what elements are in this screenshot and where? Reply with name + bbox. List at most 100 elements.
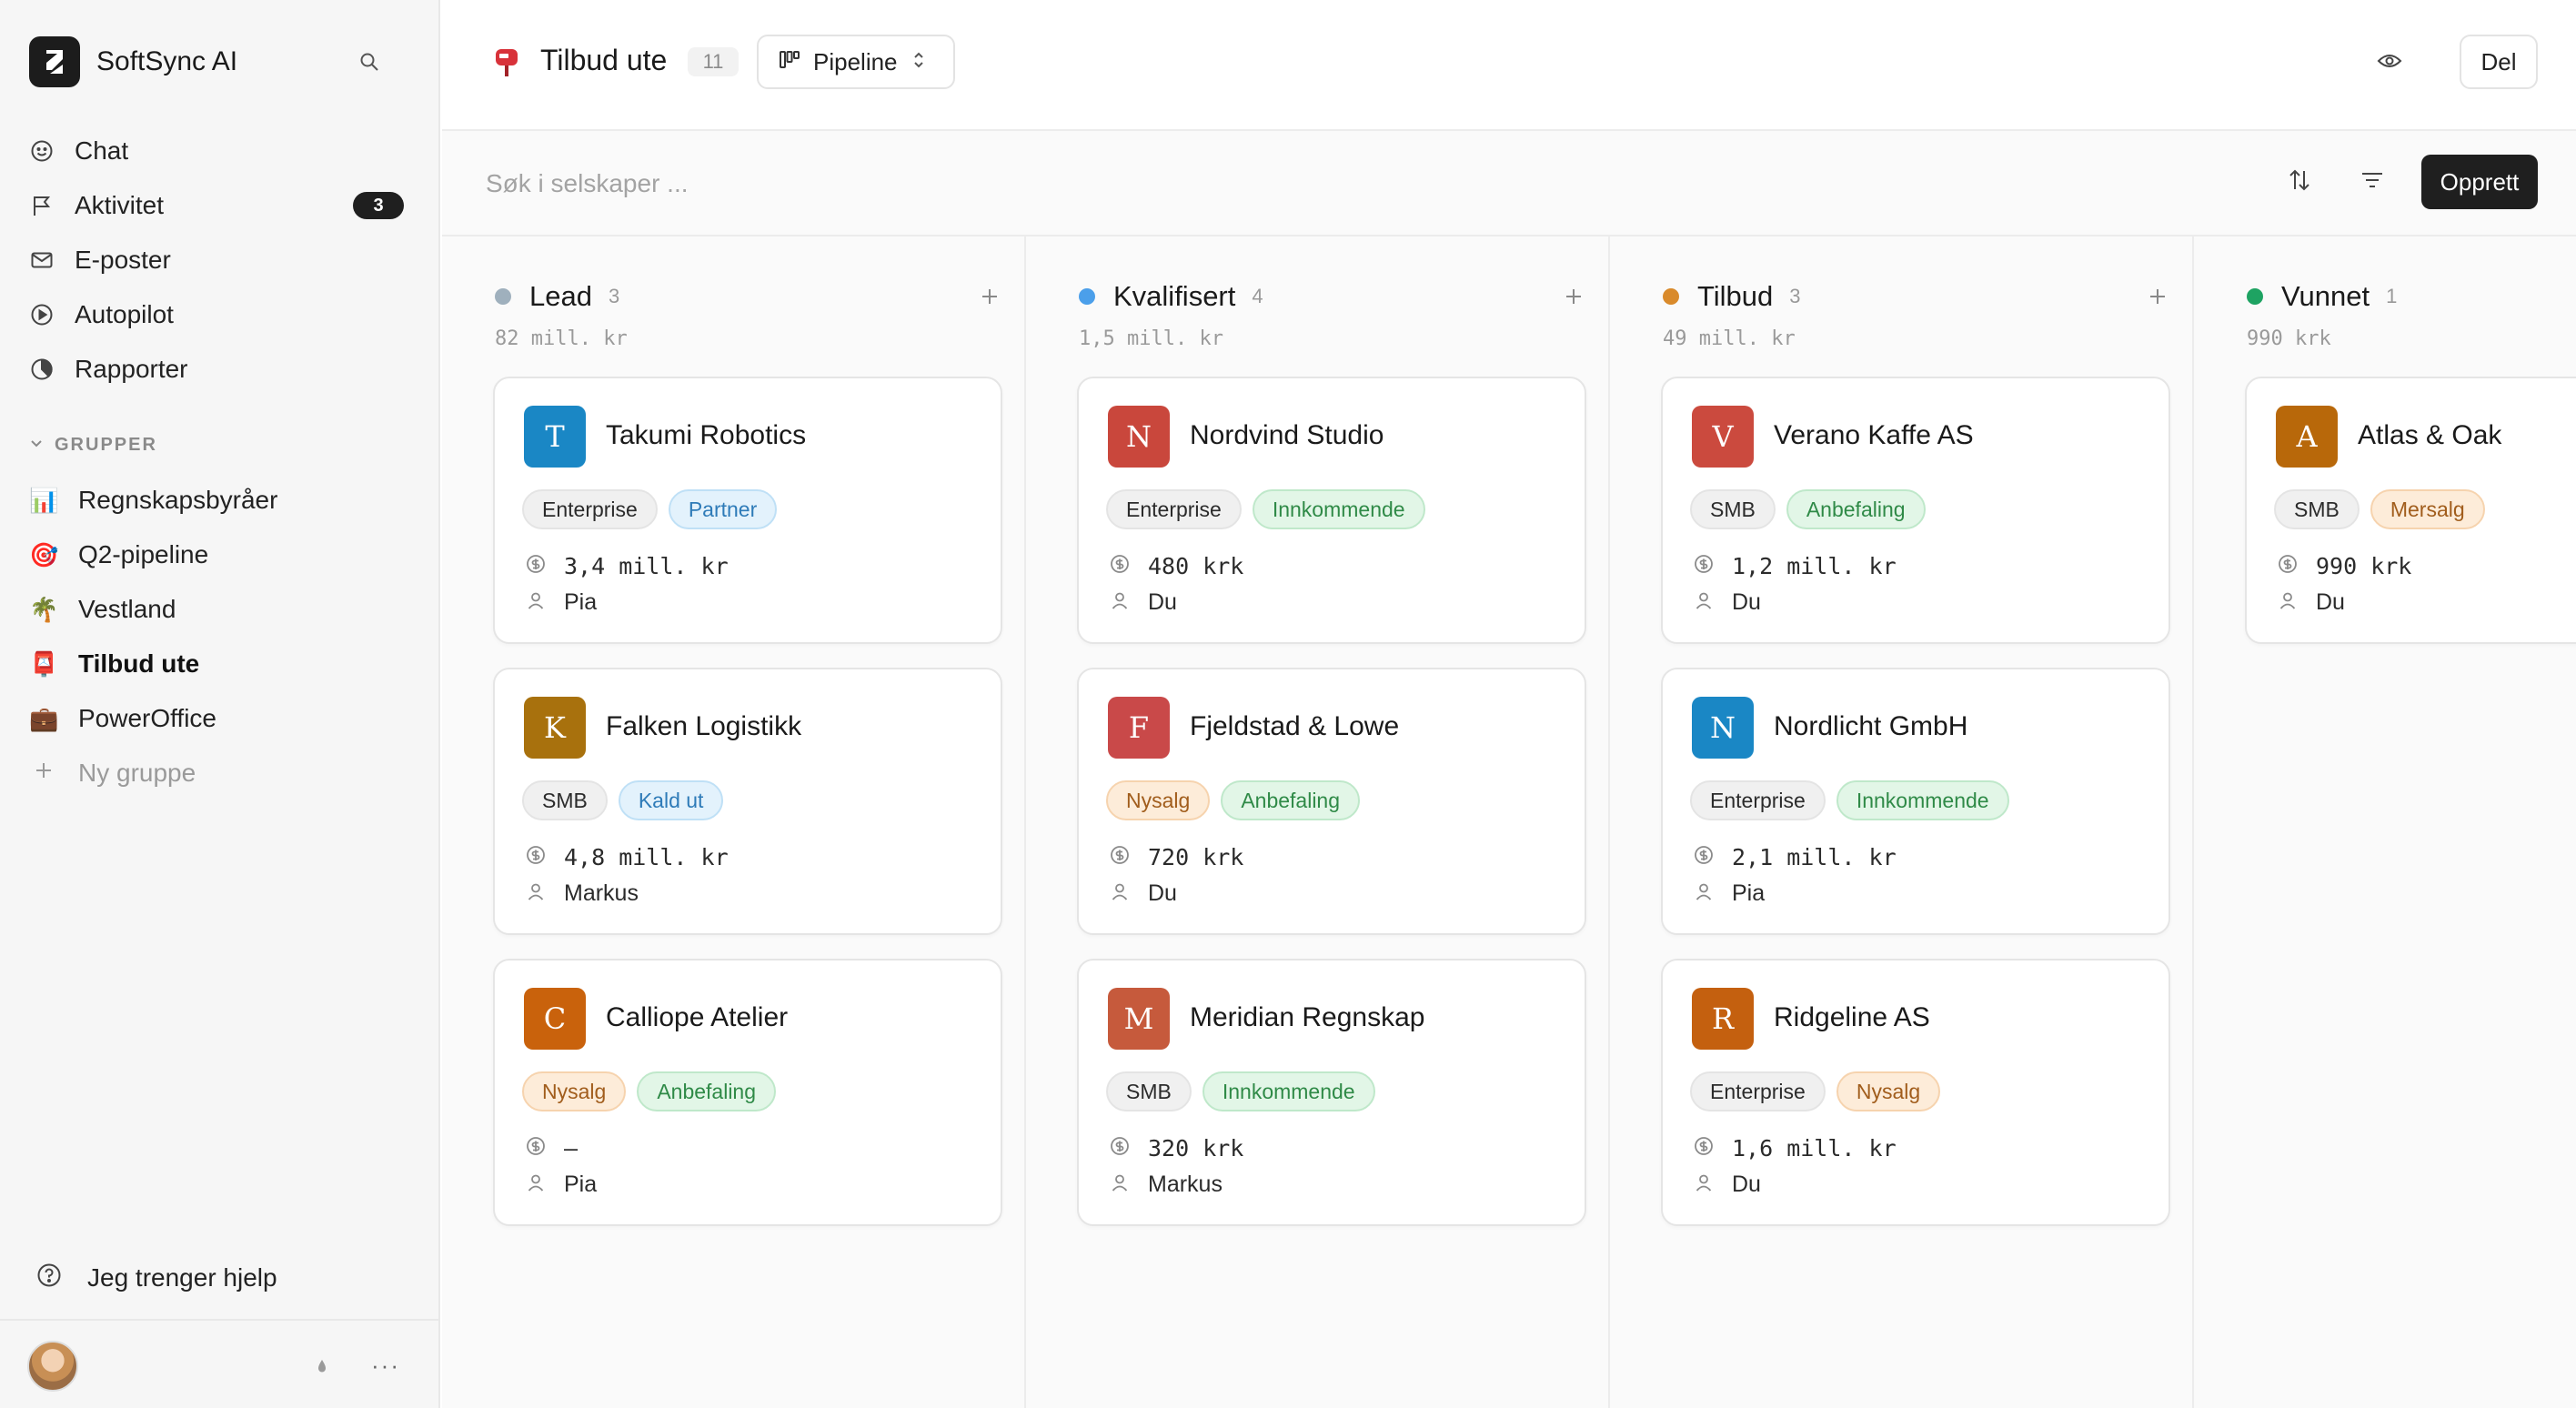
- dollar-icon: [1110, 845, 1130, 870]
- tag-list: Enterprise Partner: [522, 489, 788, 529]
- deal-card[interactable]: A Atlas & Oak SMB Mersalg 990 krk Du: [2245, 377, 2576, 644]
- smiley-icon: [29, 138, 55, 164]
- deal-value: 480 krk: [1110, 553, 1243, 579]
- page-header: Tilbud ute 11 Pipeline Del: [442, 0, 2576, 131]
- tag-badge: Kald ut: [618, 780, 724, 820]
- deal-card[interactable]: N Nordlicht GmbH Enterprise Innkommende 2,1 …: [1661, 668, 2170, 935]
- deal-card[interactable]: V Verano Kaffe AS SMB Anbefaling 1,2 mill. k…: [1661, 377, 2170, 644]
- tag-badge: Nysalg: [1106, 780, 1211, 820]
- column-header: Lead 3: [495, 278, 1004, 315]
- deal-owner-text: Du: [1732, 1172, 1761, 1197]
- deal-card[interactable]: N Nordvind Studio Enterprise Innkommende 480…: [1077, 377, 1586, 644]
- tag-badge: SMB: [2274, 489, 2360, 529]
- dollar-icon: [1110, 1136, 1130, 1161]
- column-count: 4: [1252, 285, 1263, 307]
- group-item-label: Q2-pipeline: [78, 540, 209, 568]
- sidebar-item-aktivitet[interactable]: Aktivitet 3: [0, 178, 440, 233]
- groups-section-toggle[interactable]: GRUPPER: [29, 435, 157, 456]
- user-icon: [1110, 590, 1130, 615]
- group-item-poweroffice[interactable]: 💼 PowerOffice: [0, 691, 440, 746]
- sidebar-item-label: Rapporter: [75, 355, 188, 383]
- visibility-button[interactable]: [2367, 40, 2412, 85]
- deal-value: 1,6 mill. kr: [1694, 1135, 1897, 1162]
- create-button[interactable]: Opprett: [2421, 155, 2538, 209]
- groups-section-title: GRUPPER: [55, 435, 157, 455]
- company-logo: R: [1692, 988, 1754, 1050]
- share-button[interactable]: Del: [2460, 35, 2538, 89]
- stage-dot: [1079, 288, 1095, 305]
- tag-badge: Anbefaling: [1221, 780, 1361, 820]
- sidebar-item-label: Chat: [75, 136, 129, 165]
- column-title: Tilbud: [1697, 280, 1774, 312]
- company-logo: C: [524, 988, 586, 1050]
- add-card-icon[interactable]: [2143, 282, 2172, 311]
- column-total: 82 mill. kr: [495, 327, 628, 350]
- sort-icon[interactable]: [2287, 166, 2312, 199]
- page-title: Tilbud ute: [540, 44, 668, 76]
- activity-count-badge: 3: [353, 192, 404, 219]
- brand[interactable]: SoftSync AI: [29, 36, 237, 87]
- drop-icon[interactable]: [315, 1357, 329, 1380]
- deal-owner: Du: [1694, 589, 1761, 616]
- target-emoji-icon: 🎯: [29, 541, 59, 568]
- company-logo: M: [1108, 988, 1170, 1050]
- group-item-vestland[interactable]: 🌴 Vestland: [0, 582, 440, 637]
- tag-badge: Innkommende: [1836, 780, 2009, 820]
- tag-badge: Innkommende: [1202, 1071, 1375, 1111]
- more-options-icon[interactable]: ···: [371, 1352, 400, 1380]
- sidebar-item-chat[interactable]: Chat: [0, 124, 440, 178]
- group-item-regnskapsbyraer[interactable]: 📊 Regnskapsbyråer: [0, 473, 440, 528]
- deal-card[interactable]: C Calliope Atelier Nysalg Anbefaling — Pia: [493, 959, 1002, 1226]
- mailbox-icon: [493, 45, 522, 78]
- view-selector-label: Pipeline: [813, 47, 898, 75]
- sidebar-search-icon[interactable]: [355, 47, 384, 76]
- deal-owner-text: Pia: [564, 1172, 598, 1197]
- chevron-down-icon: [29, 436, 44, 455]
- deal-card[interactable]: M Meridian Regnskap SMB Innkommende 320 krk M…: [1077, 959, 1586, 1226]
- group-item-q2-pipeline[interactable]: 🎯 Q2-pipeline: [0, 528, 440, 582]
- deal-value-text: 4,8 mill. kr: [564, 844, 729, 870]
- group-item-label: Regnskapsbyråer: [78, 486, 278, 514]
- stage-dot: [495, 288, 511, 305]
- deal-value-text: 480 krk: [1148, 553, 1244, 579]
- company-name: Atlas & Oak: [2358, 420, 2502, 450]
- sidebar-item-autopilot[interactable]: Autopilot: [0, 287, 440, 342]
- app-root: SoftSync AI Chat Aktivitet 3 E-poster Au…: [0, 0, 2576, 1408]
- deal-value-text: 1,6 mill. kr: [1732, 1135, 1897, 1162]
- group-item-label: Vestland: [78, 595, 176, 623]
- column-count: 1: [2386, 285, 2398, 307]
- sidebar-item-e-poster[interactable]: E-poster: [0, 233, 440, 287]
- company-name: Calliope Atelier: [606, 1002, 789, 1032]
- deal-value: 720 krk: [1110, 844, 1243, 870]
- company-logo: N: [1692, 697, 1754, 759]
- avatar[interactable]: [27, 1341, 78, 1392]
- help-button[interactable]: Jeg trenger hjelp: [36, 1262, 277, 1292]
- new-group-button[interactable]: Ny gruppe: [0, 746, 440, 800]
- tag-badge: Nysalg: [522, 1071, 627, 1111]
- column-header: Kvalifisert 4: [1079, 278, 1588, 315]
- sidebar-item-rapporter[interactable]: Rapporter: [0, 342, 440, 397]
- user-icon: [526, 590, 546, 615]
- user-icon: [1694, 590, 1714, 615]
- deal-value-text: 320 krk: [1148, 1135, 1244, 1162]
- dollar-icon: [1110, 554, 1130, 578]
- add-card-icon[interactable]: [975, 282, 1004, 311]
- dollar-icon: [1694, 554, 1714, 578]
- filter-icon[interactable]: [2360, 166, 2385, 199]
- deal-value-text: 720 krk: [1148, 844, 1244, 870]
- deal-card[interactable]: F Fjeldstad & Lowe Nysalg Anbefaling 720 krk…: [1077, 668, 1586, 935]
- deal-card[interactable]: K Falken Logistikk SMB Kald ut 4,8 mill. kr M…: [493, 668, 1002, 935]
- new-group-label: Ny gruppe: [78, 759, 196, 787]
- search-input[interactable]: [486, 160, 1304, 207]
- company-logo: T: [524, 406, 586, 468]
- deal-owner-text: Du: [1148, 880, 1177, 906]
- pipeline-column-lead: Lead 3 82 mill. kr T Takumi Robotics Enterpri…: [442, 236, 1026, 1408]
- deal-value: 3,4 mill. kr: [526, 553, 729, 579]
- view-selector[interactable]: Pipeline: [757, 35, 955, 89]
- company-logo: V: [1692, 406, 1754, 468]
- deal-card[interactable]: T Takumi Robotics Enterprise Partner 3,4 mil…: [493, 377, 1002, 644]
- group-item-tilbud-ute[interactable]: 📮 Tilbud ute: [0, 637, 440, 691]
- add-card-icon[interactable]: [1559, 282, 1588, 311]
- tag-badge: Nysalg: [1836, 1071, 1941, 1111]
- deal-card[interactable]: R Ridgeline AS Enterprise Nysalg 1,6 mill. k…: [1661, 959, 2170, 1226]
